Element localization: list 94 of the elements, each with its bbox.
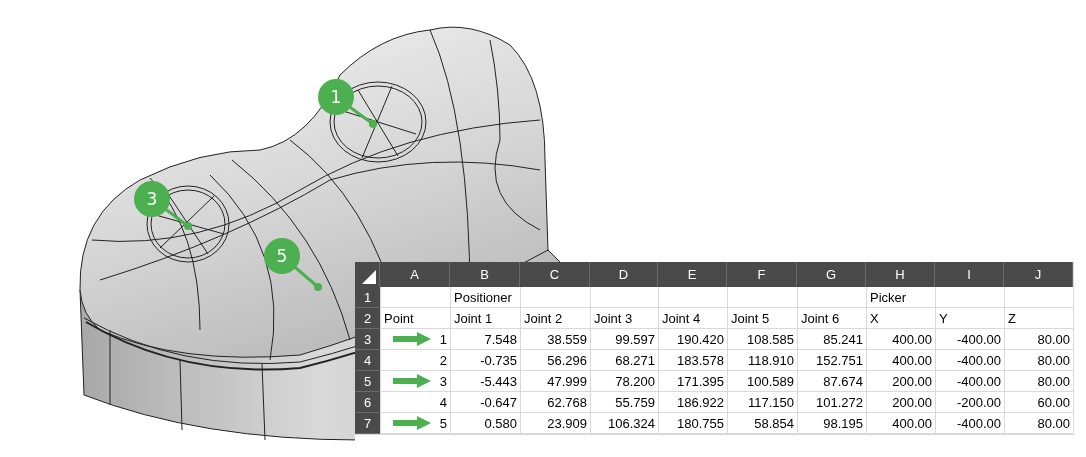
table-cell: 87.674 [797, 371, 866, 392]
table-cell: 7.548 [450, 329, 520, 350]
table-cell: 186.922 [658, 392, 727, 413]
table-cell: 200.00 [866, 392, 935, 413]
table-cell: 78.200 [590, 371, 658, 392]
column-header[interactable]: A [380, 262, 450, 287]
point-number: 1 [439, 331, 447, 347]
column-header[interactable]: C [520, 262, 590, 287]
row-header[interactable]: 6 [355, 392, 380, 413]
select-all-corner[interactable] [355, 262, 380, 287]
callout-number: 5 [276, 246, 288, 266]
column-header[interactable]: I [935, 262, 1004, 287]
table-cell [590, 287, 658, 308]
table-cell: -200.00 [935, 392, 1004, 413]
table-cell: 38.559 [520, 329, 590, 350]
table-cell: -400.00 [935, 329, 1004, 350]
table-cell [380, 287, 450, 308]
row-header[interactable]: 2 [355, 308, 380, 329]
table-cell: 85.241 [797, 329, 866, 350]
table-cell [935, 287, 1004, 308]
corner-triangle-icon [362, 270, 376, 284]
table-cell [727, 287, 797, 308]
table-cell: -0.647 [450, 392, 520, 413]
table-cell: 80.00 [1004, 350, 1073, 371]
row-header[interactable]: 7 [355, 413, 380, 434]
table-cell: 171.395 [658, 371, 727, 392]
table-cell: 100.589 [727, 371, 797, 392]
table-cell: 98.195 [797, 413, 866, 434]
table-cell: Picker [866, 287, 935, 308]
point-number: 5 [439, 415, 447, 431]
table-cell: -400.00 [935, 350, 1004, 371]
callout-marker [134, 181, 192, 230]
column-header[interactable]: F [727, 262, 797, 287]
table-cell: 101.272 [797, 392, 866, 413]
table-cell: -400.00 [935, 371, 1004, 392]
column-header[interactable]: H [866, 262, 935, 287]
table-cell: 68.271 [590, 350, 658, 371]
row-header[interactable]: 5 [355, 371, 380, 392]
table-cell: 62.768 [520, 392, 590, 413]
table-cell: X [866, 308, 935, 329]
table-cell: -400.00 [935, 413, 1004, 434]
table-cell: 23.909 [520, 413, 590, 434]
table-cell: 118.910 [727, 350, 797, 371]
row-header[interactable]: 3 [355, 329, 380, 350]
table-cell: Joint 4 [658, 308, 727, 329]
column-header[interactable]: E [658, 262, 727, 287]
table-cell [520, 287, 590, 308]
table-cell: Joint 1 [450, 308, 520, 329]
table-cell: Positioner [450, 287, 520, 308]
table-cell: Point [380, 308, 450, 329]
table-cell: 152.751 [797, 350, 866, 371]
table-cell: -5.443 [450, 371, 520, 392]
table-cell: 80.00 [1004, 371, 1073, 392]
table-cell: Joint 2 [520, 308, 590, 329]
table-cell: 99.597 [590, 329, 658, 350]
table-cell: 183.578 [658, 350, 727, 371]
column-header[interactable]: B [450, 262, 520, 287]
table-cell: 80.00 [1004, 413, 1073, 434]
table-cell: -0.735 [450, 350, 520, 371]
table-cell: 108.585 [727, 329, 797, 350]
table-cell: Joint 6 [797, 308, 866, 329]
table-cell: 117.150 [727, 392, 797, 413]
callout-marker [318, 79, 377, 128]
table-cell: 47.999 [520, 371, 590, 392]
table-cell: 400.00 [866, 350, 935, 371]
row-header[interactable]: 1 [355, 287, 380, 308]
column-header[interactable]: J [1004, 262, 1073, 287]
point-number: 4 [439, 394, 447, 410]
table-cell: 55.759 [590, 392, 658, 413]
table-cell: 106.324 [590, 413, 658, 434]
column-header[interactable]: D [590, 262, 658, 287]
table-cell: 190.420 [658, 329, 727, 350]
table-cell: Z [1004, 308, 1073, 329]
table-cell: 56.296 [520, 350, 590, 371]
row-header[interactable]: 4 [355, 350, 380, 371]
table-cell: Joint 3 [590, 308, 658, 329]
table-cell: 400.00 [866, 329, 935, 350]
callout-number: 3 [146, 189, 158, 209]
table-cell: 60.00 [1004, 392, 1073, 413]
table-cell: Joint 5 [727, 308, 797, 329]
point-number: 3 [439, 373, 447, 389]
callout-number: 1 [330, 87, 342, 107]
point-number: 2 [439, 352, 447, 368]
table-cell: 400.00 [866, 413, 935, 434]
table-cell: Y [935, 308, 1004, 329]
table-cell: 0.580 [450, 413, 520, 434]
table-cell: 180.755 [658, 413, 727, 434]
column-header[interactable]: G [797, 262, 866, 287]
table-cell: 58.854 [727, 413, 797, 434]
table-cell [658, 287, 727, 308]
table-cell [797, 287, 866, 308]
callout-marker [264, 238, 322, 291]
table-cell: 80.00 [1004, 329, 1073, 350]
table-cell: 200.00 [866, 371, 935, 392]
